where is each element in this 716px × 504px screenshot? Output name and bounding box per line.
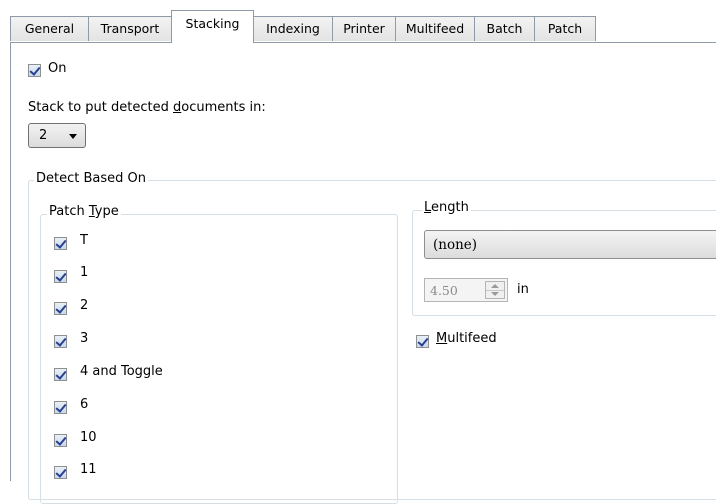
patch-type-title: Patch Type <box>47 204 121 219</box>
length-title: Length <box>422 200 471 215</box>
patch-type-2-label: 2 <box>80 298 89 313</box>
stack-dropdown[interactable]: 2 <box>28 123 86 148</box>
multifeed-label: Multifeed <box>436 331 497 346</box>
tab-printer[interactable]: Printer <box>332 16 396 41</box>
spin-down-icon[interactable] <box>491 292 499 296</box>
tab-stacking[interactable]: Stacking <box>171 10 254 43</box>
stack-value: 2 <box>39 128 48 143</box>
spin-divider <box>486 290 504 291</box>
on-label: On <box>48 61 67 76</box>
patch-type-1-checkbox[interactable] <box>54 270 67 283</box>
chevron-down-icon <box>69 134 77 139</box>
patch-type-10-checkbox[interactable] <box>54 434 67 447</box>
detect-based-on-title: Detect Based On <box>34 171 148 186</box>
tab-panel-top-border <box>10 42 716 43</box>
patch-type-4-and-toggle-checkbox[interactable] <box>54 368 67 381</box>
tab-batch[interactable]: Batch <box>474 16 535 41</box>
patch-type-4-and-toggle-label: 4 and Toggle <box>80 364 163 379</box>
tab-transport[interactable]: Transport <box>88 16 172 41</box>
patch-type-1-label: 1 <box>80 265 89 280</box>
stack-label: Stack to put detected documents in: <box>28 100 266 115</box>
patch-type-t-checkbox[interactable] <box>54 237 67 250</box>
length-dropdown-value: (none) <box>433 237 478 253</box>
patch-type-6-label: 6 <box>80 397 89 412</box>
on-checkbox[interactable] <box>28 64 41 77</box>
length-unit-label: in <box>517 282 529 297</box>
length-spinbox[interactable]: 4.50 <box>424 278 508 302</box>
tab-indexing[interactable]: Indexing <box>253 16 333 41</box>
tab-general[interactable]: General <box>10 16 89 41</box>
patch-type-3-checkbox[interactable] <box>54 335 67 348</box>
length-spin-value: 4.50 <box>430 283 458 298</box>
length-dropdown[interactable]: (none) <box>424 230 716 259</box>
patch-type-11-checkbox[interactable] <box>54 466 67 479</box>
multifeed-checkbox[interactable] <box>416 335 429 348</box>
spin-up-icon[interactable] <box>491 284 499 288</box>
spin-buttons[interactable] <box>485 281 505 299</box>
tab-panel-left-border <box>10 42 11 481</box>
patch-type-3-label: 3 <box>80 331 89 346</box>
patch-type-11-label: 11 <box>80 462 97 477</box>
patch-type-group <box>40 214 398 504</box>
patch-type-10-label: 10 <box>80 430 97 445</box>
patch-type-t-label: T <box>80 233 88 248</box>
patch-type-6-checkbox[interactable] <box>54 401 67 414</box>
patch-type-2-checkbox[interactable] <box>54 302 67 315</box>
tab-multifeed[interactable]: Multifeed <box>395 16 475 41</box>
tab-patch[interactable]: Patch <box>534 16 596 41</box>
